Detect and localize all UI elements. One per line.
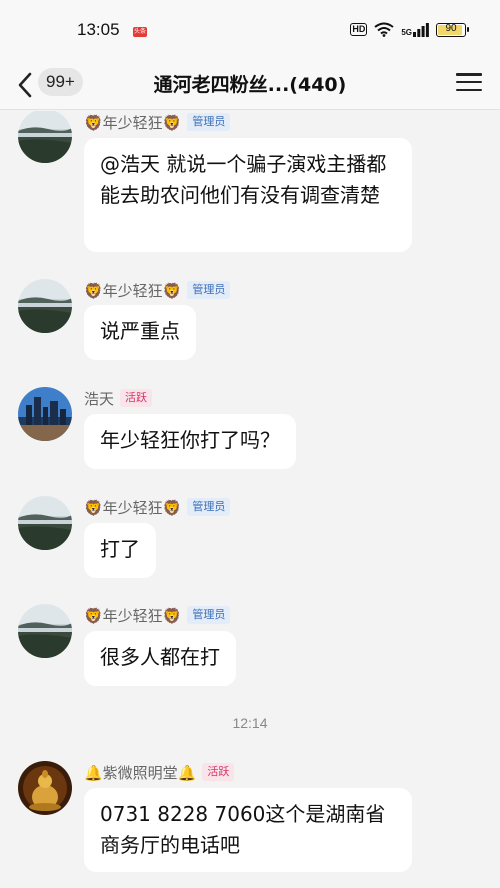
news-app-badge: 头条: [133, 27, 147, 37]
active-badge: 活跃: [202, 763, 235, 781]
chat-message-list[interactable]: 🦁年少轻狂🦁 管理员 @浩天 就说一个骗子演戏主播都能去助农问他们有没有调查清楚…: [0, 111, 500, 888]
network-type: 5G: [401, 27, 412, 37]
status-icons: HD 5G 90: [350, 22, 469, 37]
status-bar: 13:05 头条 HD 5G 90: [0, 0, 500, 62]
lake-landscape-avatar-icon: [18, 111, 72, 163]
chat-header: 99+ 通河老四粉丝...(440): [0, 62, 500, 110]
chevron-left-icon: [18, 72, 32, 98]
avatar[interactable]: [18, 604, 72, 658]
message-timestamp: 12:14: [232, 715, 268, 731]
sender-name: 浩天: [84, 389, 115, 408]
message-meta: 🦁年少轻狂🦁 管理员: [84, 604, 231, 626]
message-bubble[interactable]: 年少轻狂你打了吗？: [84, 414, 296, 469]
message-meta: 浩天 活跃: [84, 387, 153, 409]
avatar[interactable]: [18, 387, 72, 441]
sender-name: 🦁年少轻狂🦁: [84, 113, 182, 132]
signal-icon: 5G: [401, 22, 429, 37]
menu-button[interactable]: [456, 71, 482, 93]
sender-name: 🦁年少轻狂🦁: [84, 498, 182, 517]
avatar[interactable]: [18, 279, 72, 333]
admin-badge: 管理员: [187, 498, 231, 516]
message-bubble[interactable]: 很多人都在打: [84, 631, 236, 686]
status-time: 13:05: [77, 20, 120, 39]
message-bubble[interactable]: @浩天 就说一个骗子演戏主播都能去助农问他们有没有调查清楚: [84, 138, 412, 252]
hamburger-menu-icon: [456, 73, 482, 76]
message-meta: 🦁年少轻狂🦁 管理员: [84, 496, 231, 518]
battery-level: 90: [445, 22, 457, 34]
message-meta: 🦁年少轻狂🦁 管理员: [84, 279, 231, 301]
back-button[interactable]: [12, 67, 40, 103]
city-skyline-avatar-icon: [18, 387, 72, 441]
message-meta: 🦁年少轻狂🦁 管理员: [84, 111, 231, 133]
lake-landscape-avatar-icon: [18, 604, 72, 658]
message-bubble[interactable]: 0731 8228 7060这个是湖南省商务厅的电话吧: [84, 788, 412, 872]
message-bubble[interactable]: 打了: [84, 523, 156, 578]
sender-name: 🦁年少轻狂🦁: [84, 281, 182, 300]
wifi-icon: [374, 22, 394, 37]
message-bubble[interactable]: 说严重点: [84, 305, 196, 360]
admin-badge: 管理员: [187, 113, 231, 131]
golden-buddha-avatar-icon: [18, 761, 72, 815]
page-title: 通河老四粉丝...(440): [153, 74, 347, 96]
lake-landscape-avatar-icon: [18, 279, 72, 333]
hd-icon: HD: [350, 23, 368, 36]
unread-count-badge[interactable]: 99+: [38, 68, 83, 96]
sender-name: 🔔紫微照明堂🔔: [84, 763, 197, 782]
lake-landscape-avatar-icon: [18, 496, 72, 550]
avatar[interactable]: [18, 761, 72, 815]
admin-badge: 管理员: [187, 281, 231, 299]
message-meta: 🔔紫微照明堂🔔 活跃: [84, 761, 235, 783]
sender-name: 🦁年少轻狂🦁: [84, 606, 182, 625]
avatar[interactable]: [18, 111, 72, 163]
admin-badge: 管理员: [187, 606, 231, 624]
battery-icon: 90: [436, 22, 469, 37]
avatar[interactable]: [18, 496, 72, 550]
active-badge: 活跃: [120, 389, 153, 407]
